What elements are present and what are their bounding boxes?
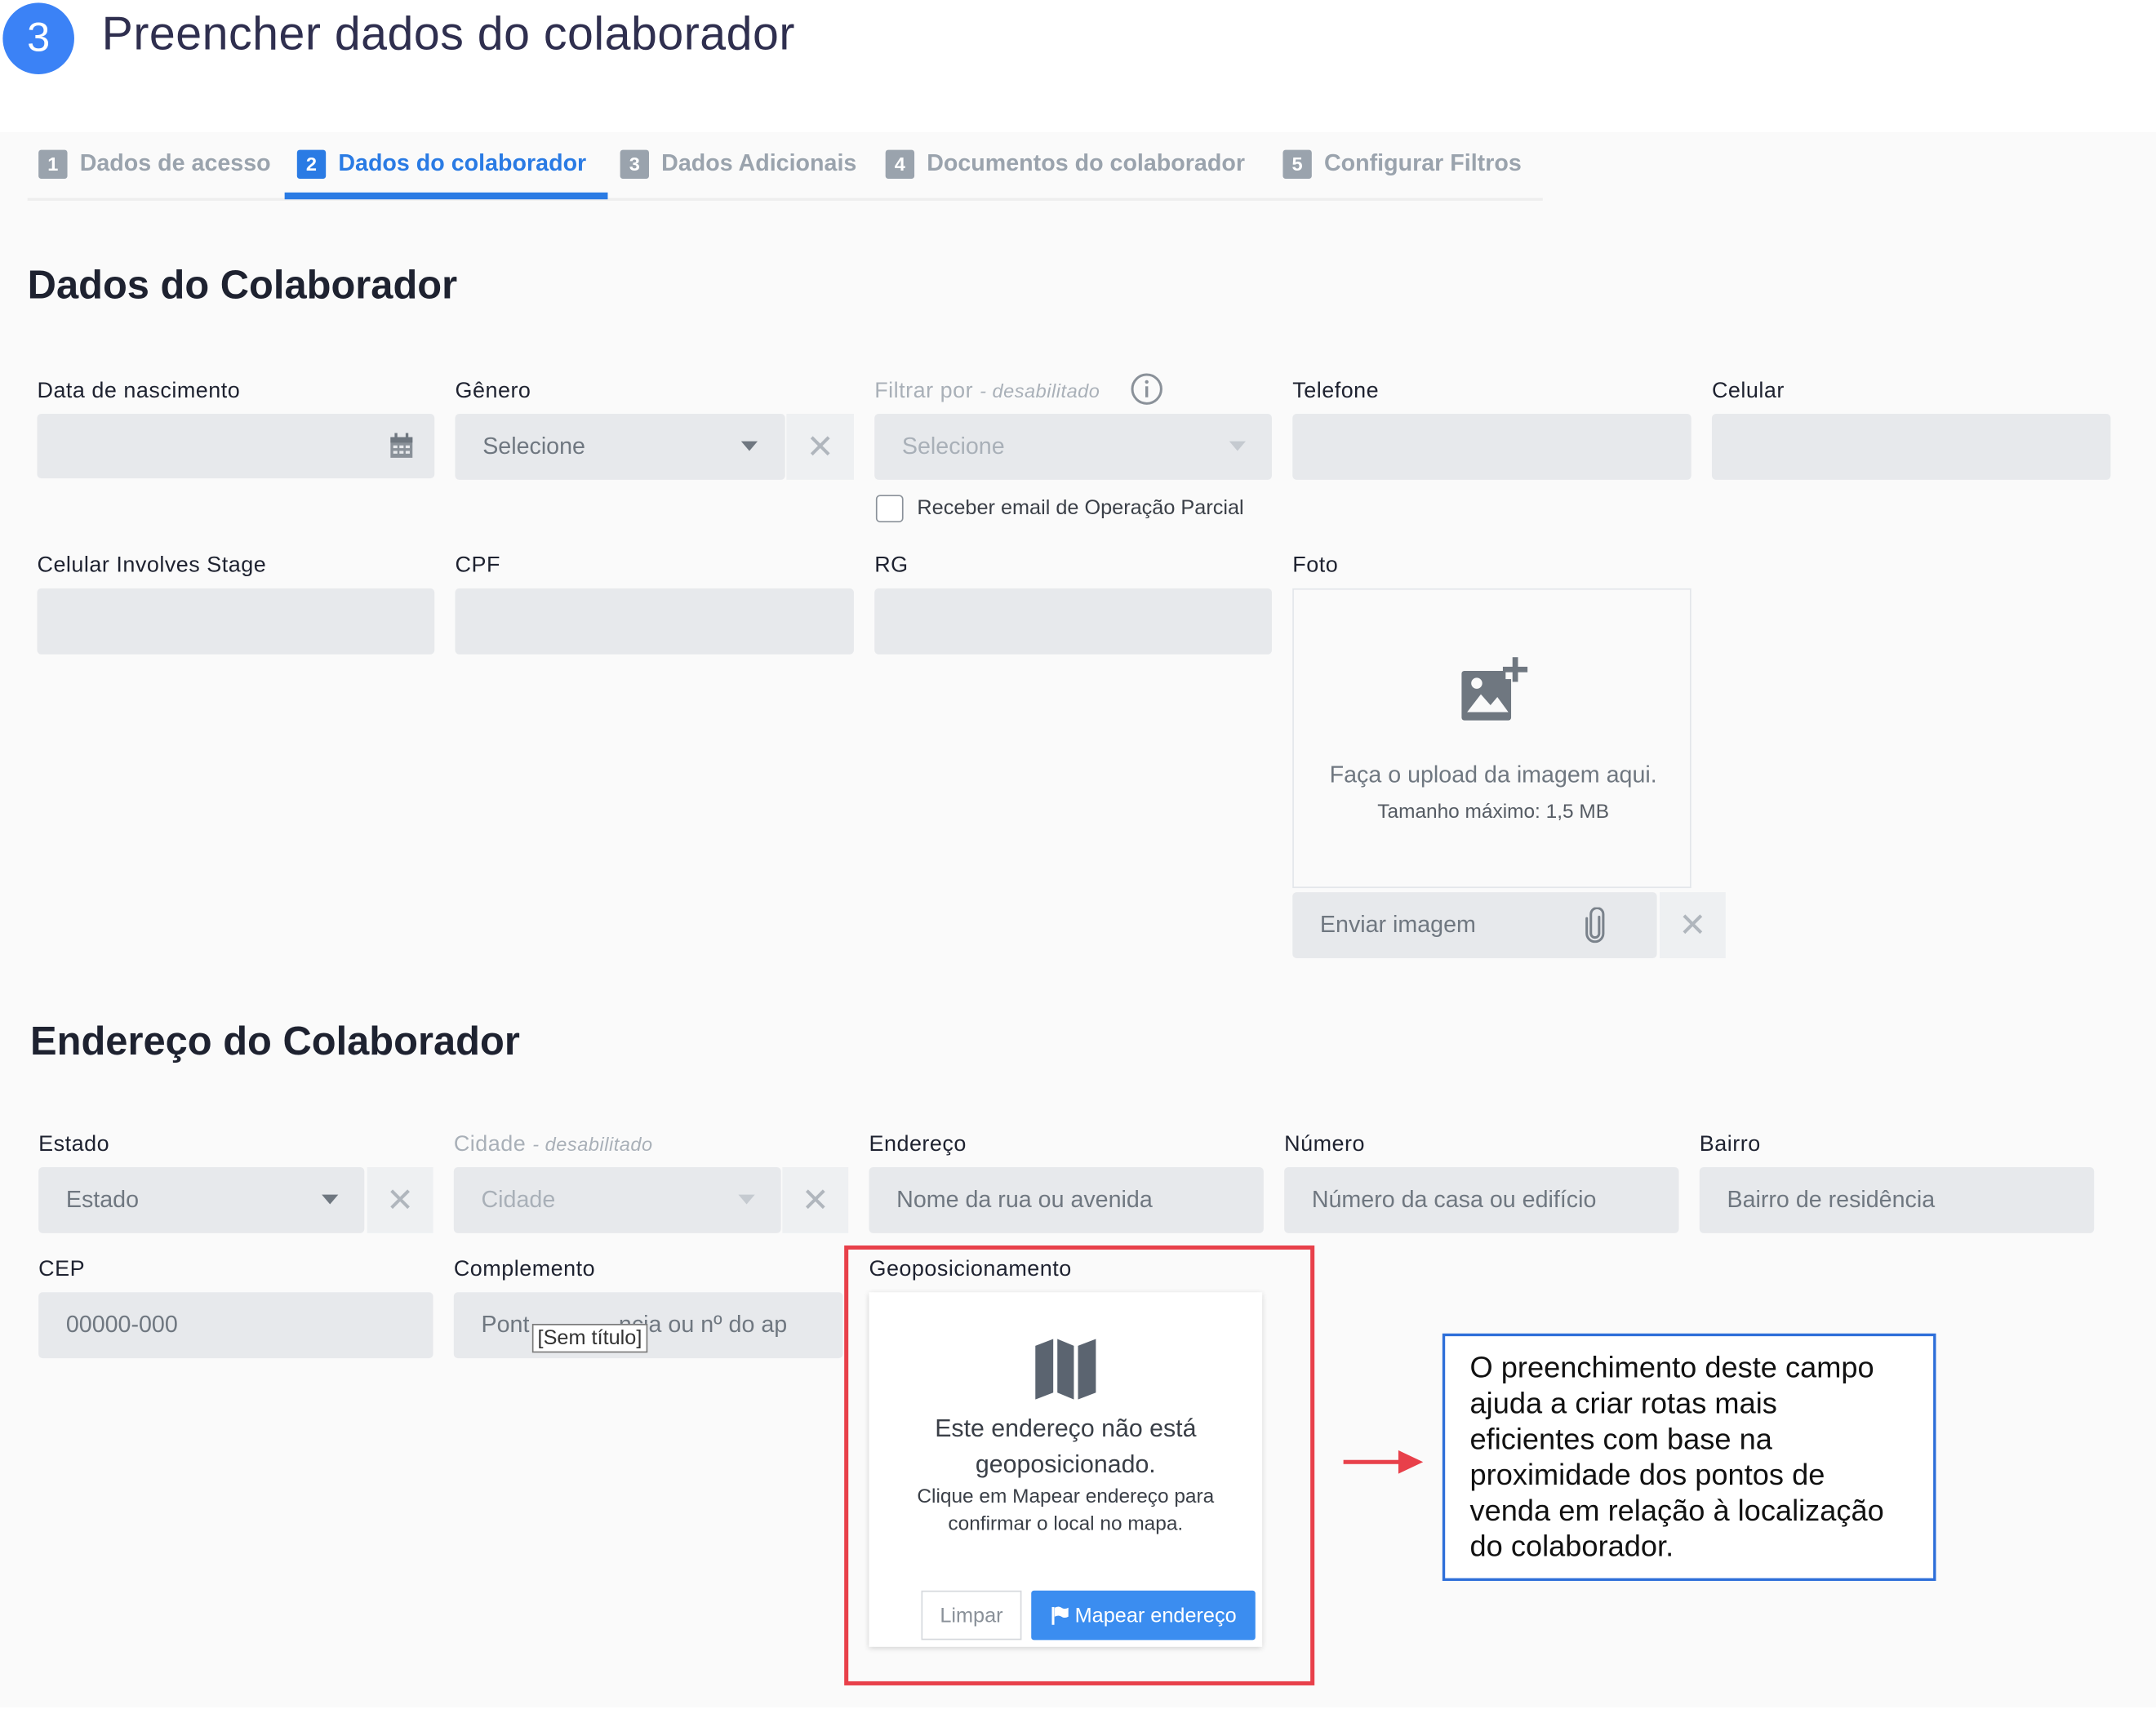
enviar-imagem-input[interactable]: Enviar imagem xyxy=(1292,892,1657,958)
upload-instruction: Faça o upload da imagem aqui. xyxy=(1329,762,1657,788)
cpf-input[interactable] xyxy=(455,588,854,655)
cidade-disabled-note: - desabilitado xyxy=(532,1132,653,1155)
arrow-right-icon xyxy=(1343,1450,1424,1474)
tab-number: 3 xyxy=(620,149,649,179)
rg-input[interactable] xyxy=(874,588,1272,655)
genero-clear-button[interactable]: ✕ xyxy=(786,413,854,480)
tab-dados-do-colaborador[interactable]: 2 Dados do colaborador xyxy=(296,143,587,184)
tab-number: 5 xyxy=(1282,149,1312,179)
section-heading-endereco: Endereço do Colaborador xyxy=(30,1019,520,1064)
geoposicionamento-card: Este endereço não está geoposicionado. C… xyxy=(869,1292,1263,1647)
estado-label: Estado xyxy=(38,1132,110,1157)
cep-placeholder: 00000-000 xyxy=(65,1311,178,1338)
data-nascimento-input[interactable] xyxy=(37,413,435,479)
calendar-icon[interactable] xyxy=(389,433,414,460)
paperclip-icon[interactable] xyxy=(1584,907,1606,944)
celular-input[interactable] xyxy=(1711,413,2111,480)
filtrar-por-label: Filtrar por - desabilitado xyxy=(874,379,1100,403)
endereco-placeholder: Nome da rua ou avenida xyxy=(896,1186,1153,1213)
annotation-callout: O preenchimento deste campo ajuda a cria… xyxy=(1442,1333,1936,1581)
numero-label: Número xyxy=(1284,1132,1366,1157)
endereco-input[interactable]: Nome da rua ou avenida xyxy=(869,1166,1264,1233)
geoposicionamento-label: Geoposicionamento xyxy=(869,1258,1072,1281)
tab-label: Configurar Filtros xyxy=(1323,149,1522,176)
celular-stage-input[interactable] xyxy=(37,588,435,655)
telefone-input[interactable] xyxy=(1292,413,1691,480)
cidade-label: Cidade - desabilitado xyxy=(453,1132,653,1157)
data-nascimento-label: Data de nascimento xyxy=(37,379,241,403)
geo-instruction: Clique em Mapear endereço para confirmar… xyxy=(917,1485,1215,1536)
tab-bar-divider xyxy=(27,198,1543,201)
tab-number: 1 xyxy=(38,149,68,179)
complemento-placeholder-start: Pont xyxy=(481,1311,530,1338)
cpf-label: CPF xyxy=(455,553,500,578)
flag-icon xyxy=(1051,1606,1069,1625)
bairro-placeholder: Bairro de residência xyxy=(1727,1186,1936,1213)
chevron-down-icon xyxy=(1229,441,1246,451)
cidade-selected-value: Cidade xyxy=(481,1186,556,1213)
tab-label: Documentos do colaborador xyxy=(927,149,1246,176)
info-icon[interactable] xyxy=(1130,372,1162,405)
tab-label: Dados Adicionais xyxy=(661,149,857,176)
step-title: Preencher dados do colaborador xyxy=(101,8,795,61)
step-number-badge: 3 xyxy=(2,2,74,74)
foto-label: Foto xyxy=(1292,553,1339,578)
filtrar-por-selected-value: Selecione xyxy=(901,433,1005,460)
chevron-down-icon xyxy=(740,441,758,451)
celular-stage-label: Celular Involves Stage xyxy=(37,553,267,578)
limpar-button[interactable]: Limpar xyxy=(921,1590,1022,1641)
section-heading-colaborador: Dados do Colaborador xyxy=(27,264,458,309)
untitled-tooltip: [Sem título] xyxy=(531,1323,648,1353)
mapear-endereco-button[interactable]: Mapear endereço xyxy=(1031,1590,1256,1641)
cep-input[interactable]: 00000-000 xyxy=(38,1292,433,1359)
close-icon: ✕ xyxy=(806,428,834,466)
cidade-clear-button: ✕ xyxy=(782,1166,849,1233)
estado-select[interactable]: Estado xyxy=(38,1166,365,1233)
complemento-label: Complemento xyxy=(453,1258,596,1281)
tab-number: 4 xyxy=(885,149,915,179)
close-icon: ✕ xyxy=(1678,906,1707,944)
rg-label: RG xyxy=(874,553,909,578)
chevron-down-icon xyxy=(738,1194,755,1205)
enviar-imagem-clear-button[interactable]: ✕ xyxy=(1659,892,1726,958)
endereco-label: Endereço xyxy=(869,1132,967,1157)
upload-size-limit: Tamanho máximo: 1,5 MB xyxy=(1377,801,1609,824)
active-tab-indicator xyxy=(284,192,608,200)
estado-selected-value: Estado xyxy=(65,1186,140,1213)
add-photo-icon xyxy=(1461,657,1528,721)
filtrar-por-select: Selecione xyxy=(874,413,1272,480)
cidade-select: Cidade xyxy=(453,1166,781,1233)
map-icon xyxy=(1035,1339,1096,1400)
numero-placeholder: Número da casa ou edifício xyxy=(1311,1186,1597,1213)
celular-label: Celular xyxy=(1711,379,1785,403)
genero-select[interactable]: Selecione xyxy=(455,413,785,480)
filtrar-por-disabled-note: - desabilitado xyxy=(980,379,1100,402)
tab-label: Dados do colaborador xyxy=(338,149,587,176)
genero-selected-value: Selecione xyxy=(482,433,585,460)
close-icon: ✕ xyxy=(386,1181,415,1219)
genero-label: Gênero xyxy=(455,379,531,403)
numero-input[interactable]: Número da casa ou edifício xyxy=(1284,1166,1679,1233)
tab-label: Dados de acesso xyxy=(79,149,271,176)
bairro-input[interactable]: Bairro de residência xyxy=(1699,1166,2095,1233)
mapear-endereco-label: Mapear endereço xyxy=(1074,1603,1237,1627)
telefone-label: Telefone xyxy=(1292,379,1380,403)
tab-configurar-filtros[interactable]: 5 Configurar Filtros xyxy=(1282,143,1522,184)
receber-email-checkbox[interactable] xyxy=(875,495,904,523)
photo-upload-area[interactable]: Faça o upload da imagem aqui. Tamanho má… xyxy=(1292,588,1691,889)
tab-documentos-do-colaborador[interactable]: 4 Documentos do colaborador xyxy=(885,143,1246,184)
bairro-label: Bairro xyxy=(1699,1132,1761,1157)
tab-dados-de-acesso[interactable]: 1 Dados de acesso xyxy=(38,143,271,184)
tab-dados-adicionais[interactable]: 3 Dados Adicionais xyxy=(620,143,857,184)
tab-number: 2 xyxy=(296,149,327,179)
chevron-down-icon xyxy=(322,1194,339,1205)
receber-email-label: Receber email de Operação Parcial xyxy=(917,496,1244,520)
estado-clear-button[interactable]: ✕ xyxy=(367,1166,433,1233)
close-icon: ✕ xyxy=(801,1181,829,1219)
geo-status-title: Este endereço não está geoposicionado. xyxy=(935,1414,1197,1478)
cep-label: CEP xyxy=(38,1258,86,1281)
complemento-input[interactable]: Pont ncia ou nº do ap xyxy=(453,1292,843,1359)
